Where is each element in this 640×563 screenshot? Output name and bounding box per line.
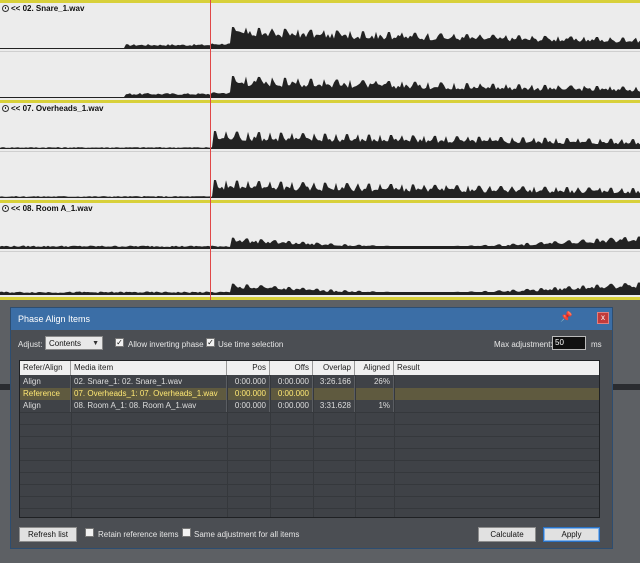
column-header[interactable]: Offs — [270, 361, 313, 375]
options-toolbar: Adjust: Contents ▼ ✓ Allow inverting pha… — [11, 336, 612, 354]
waveform-room — [0, 236, 640, 295]
cell-aligned — [355, 388, 394, 400]
grid-line — [20, 496, 599, 497]
column-header[interactable]: Media item — [71, 361, 227, 375]
arrange-view[interactable]: << 02. Snare_1.wav << 07. Overheads_1.wa… — [0, 0, 640, 300]
table-row[interactable]: Align 08. Room A_1: 08. Room A_1.wav 0:0… — [20, 400, 599, 412]
grid-column-line — [355, 375, 356, 517]
waveform-shape — [0, 27, 640, 98]
cell-role: Align — [20, 376, 71, 388]
cell-item: 07. Overheads_1: 07. Overheads_1.wav — [71, 388, 227, 400]
cell-pos: 0:00.000 — [227, 376, 270, 388]
waveform-overheads — [0, 131, 640, 198]
cell-offs: 0:00.000 — [270, 388, 313, 400]
allow-inverting-checkbox[interactable]: ✓ — [115, 338, 124, 347]
grid-line — [20, 448, 599, 449]
cell-pos: 0:00.000 — [227, 388, 270, 400]
grid-column-line — [313, 375, 314, 517]
grid-column-line — [270, 375, 271, 517]
table-row[interactable]: Align 02. Snare_1: 02. Snare_1.wav 0:00.… — [20, 376, 599, 388]
allow-inverting-label[interactable]: Allow inverting phase — [128, 340, 204, 349]
table-row-selected[interactable]: Reference 07. Overheads_1: 07. Overheads… — [20, 388, 599, 400]
use-time-selection-label[interactable]: Use time selection — [218, 340, 283, 349]
same-adjustment-label[interactable]: Same adjustment for all items — [194, 530, 299, 539]
grid-column-line — [394, 375, 395, 517]
cell-aligned: 1% — [355, 400, 394, 412]
max-adjustment-label: Max adjustment: — [494, 340, 553, 349]
grid-column-line — [71, 375, 72, 517]
retain-reference-label[interactable]: Retain reference items — [98, 530, 178, 539]
cell-overlap: 3:31.628 — [313, 400, 355, 412]
column-header[interactable]: Overlap — [313, 361, 355, 375]
chevron-down-icon: ▼ — [92, 340, 99, 347]
grid-column-line — [227, 375, 228, 517]
grid-line — [20, 436, 599, 437]
adjust-select[interactable]: Contents ▼ — [45, 336, 103, 350]
column-header[interactable]: Aligned — [355, 361, 394, 375]
retain-reference-checkbox[interactable] — [85, 528, 94, 537]
column-header[interactable]: Result — [394, 361, 599, 375]
grid-line — [20, 412, 599, 413]
cell-result — [394, 376, 599, 388]
edit-cursor[interactable] — [210, 0, 211, 300]
cell-aligned: 26% — [355, 376, 394, 388]
dialog-title: Phase Align Items — [18, 314, 91, 324]
cell-item: 08. Room A_1: 08. Room A_1.wav — [71, 400, 227, 412]
grid-line — [20, 508, 599, 509]
cell-role: Reference — [20, 388, 71, 400]
same-adjustment-checkbox[interactable] — [182, 528, 191, 537]
calculate-button[interactable]: Calculate — [478, 527, 536, 542]
dialog-titlebar[interactable]: Phase Align Items 📌 x — [11, 308, 612, 330]
refresh-list-button[interactable]: Refresh list — [19, 527, 77, 542]
grid-line — [20, 424, 599, 425]
pin-icon[interactable]: 📌 — [560, 312, 572, 324]
cell-result — [394, 388, 599, 400]
grid-line — [20, 472, 599, 473]
adjust-select-value: Contents — [49, 339, 82, 348]
apply-button[interactable]: Apply — [543, 527, 600, 542]
grid-line — [20, 484, 599, 485]
column-header[interactable]: Refer/Align — [20, 361, 71, 375]
grid-line — [20, 460, 599, 461]
track-room[interactable]: << 08. Room A_1.wav — [0, 200, 640, 300]
cell-result — [394, 400, 599, 412]
media-items-table[interactable]: Refer/Align Media item Pos Offs Overlap … — [19, 360, 600, 518]
use-time-selection-checkbox[interactable]: ✓ — [206, 338, 215, 347]
table-header: Refer/Align Media item Pos Offs Overlap … — [20, 361, 599, 375]
max-adjustment-unit: ms — [591, 340, 602, 349]
cell-pos: 0:00.000 — [227, 400, 270, 412]
cell-item: 02. Snare_1: 02. Snare_1.wav — [71, 376, 227, 388]
waveform-shape — [0, 131, 640, 198]
cell-overlap — [313, 388, 355, 400]
track-snare[interactable]: << 02. Snare_1.wav — [0, 0, 640, 100]
cell-overlap: 3:26.166 — [313, 376, 355, 388]
waveform-snare — [0, 27, 640, 98]
phase-align-dialog: Phase Align Items 📌 x Adjust: Contents ▼… — [10, 307, 613, 549]
cell-offs: 0:00.000 — [270, 376, 313, 388]
max-adjustment-input[interactable]: 50 — [552, 336, 586, 350]
cell-role: Align — [20, 400, 71, 412]
cell-offs: 0:00.000 — [270, 400, 313, 412]
column-header[interactable]: Pos — [227, 361, 270, 375]
waveform-shape — [0, 236, 640, 295]
adjust-label: Adjust: — [18, 340, 43, 349]
close-button[interactable]: x — [597, 312, 609, 324]
track-overheads[interactable]: << 07. Overheads_1.wav — [0, 100, 640, 200]
dialog-footer: Refresh list Retain reference items Same… — [11, 526, 612, 544]
